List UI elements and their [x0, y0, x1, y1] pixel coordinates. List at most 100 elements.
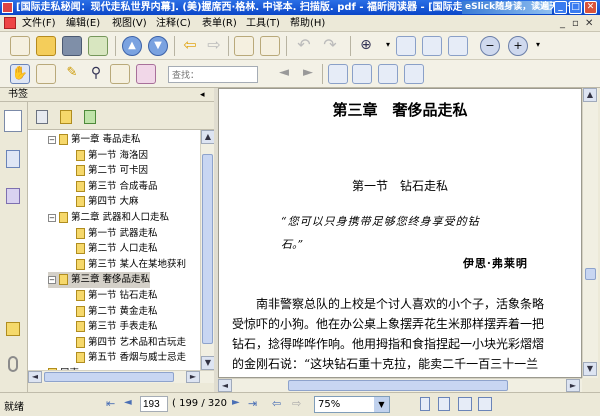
minimize-button[interactable]: _ — [554, 1, 567, 14]
collapse-toggle-icon[interactable]: − — [48, 275, 56, 284]
doc-scroll-right-icon[interactable]: ► — [566, 379, 580, 392]
back-arrow-icon[interactable]: ⇦ — [180, 36, 200, 56]
annotate-icon[interactable]: ✎ — [62, 64, 82, 84]
attachments-tab-icon[interactable] — [8, 356, 18, 372]
bookmark-item[interactable]: 第二节 人口走私 — [76, 241, 158, 257]
layers-tab-icon[interactable] — [6, 188, 20, 204]
document-icon[interactable] — [4, 17, 16, 29]
redo-icon[interactable]: ↷ — [320, 36, 340, 56]
status-facing-icon[interactable] — [458, 397, 472, 411]
close-button[interactable]: ✕ — [584, 1, 597, 14]
scroll-left-icon[interactable]: ◄ — [28, 371, 42, 383]
status-single-page-icon[interactable] — [420, 397, 430, 411]
next-page-status-icon[interactable]: ► — [232, 397, 240, 408]
actual-size-icon[interactable] — [448, 36, 468, 56]
sidebar-horizontal-scrollbar[interactable]: ◄ ► — [28, 370, 214, 383]
bookmark-chapter[interactable]: − 第二章 武器和人口走私 — [48, 210, 169, 226]
collapse-toggle-icon[interactable]: − — [48, 135, 56, 144]
maximize-button[interactable]: □ — [569, 1, 582, 14]
bookmark-item[interactable]: 第四节 大麻 — [76, 194, 139, 210]
snapshot-icon[interactable] — [110, 64, 130, 84]
bookmarks-tab-icon[interactable] — [4, 110, 22, 132]
document-vertical-scrollbar[interactable]: ▲ ▼ — [582, 88, 598, 378]
ad-banner[interactable]: eSlick随身读，读遍天下书！ — [462, 1, 585, 14]
prev-page-icon[interactable]: ▲ — [122, 36, 142, 56]
menu-edit[interactable]: 编辑(E) — [66, 15, 100, 32]
zoom-select[interactable]: 75% ▼ — [314, 396, 390, 413]
delete-bookmark-icon[interactable] — [36, 110, 48, 124]
bookmark-item[interactable]: 第三节 手表走私 — [76, 319, 158, 335]
single-page-icon[interactable] — [328, 64, 348, 84]
new-icon[interactable] — [10, 36, 30, 56]
page-number-input[interactable] — [140, 396, 168, 412]
comments-tab-icon[interactable] — [6, 322, 20, 336]
scroll-up-icon[interactable]: ▲ — [201, 130, 215, 144]
page-view-icon[interactable] — [234, 36, 254, 56]
zoom-in-dropdown-icon[interactable]: ▾ — [528, 36, 548, 56]
rotate-icon[interactable] — [404, 64, 424, 84]
binoculars-icon[interactable]: ⚲ — [86, 64, 106, 84]
bookmark-item[interactable]: 第四节 艺术品和古玩走 — [76, 335, 186, 351]
first-page-icon[interactable]: ⇤ — [106, 397, 115, 410]
last-page-icon[interactable]: ⇥ — [248, 397, 257, 410]
pages-tab-icon[interactable] — [6, 150, 20, 168]
mdi-restore[interactable]: ▫ — [572, 15, 579, 32]
doc-scroll-up-icon[interactable]: ▲ — [583, 88, 597, 102]
collapse-toggle-icon[interactable]: − — [48, 213, 56, 222]
bookmark-item[interactable]: 第一节 海洛因 — [76, 148, 148, 164]
bookmark-item[interactable]: 第一节 钻石走私 — [76, 288, 158, 304]
search-next-icon[interactable]: ► — [298, 64, 318, 84]
mdi-close[interactable]: ✕ — [585, 15, 593, 32]
search-input[interactable] — [168, 66, 258, 83]
email-icon[interactable] — [88, 36, 108, 56]
menu-tools[interactable]: 工具(T) — [246, 15, 280, 32]
doc-scroll-down-icon[interactable]: ▼ — [583, 362, 597, 376]
bookmark-chapter[interactable]: − 第一章 毒品走私 — [48, 132, 141, 148]
zoom-in-icon[interactable]: + — [508, 36, 528, 56]
prev-page-status-icon[interactable]: ◄ — [124, 397, 132, 408]
zoom-out-icon[interactable]: − — [480, 36, 500, 56]
bookmark-item[interactable]: 第五节 香烟与威士忌走 — [76, 350, 186, 366]
bookmark-item[interactable]: 第一节 武器走私 — [76, 226, 158, 242]
history-forward-icon[interactable]: ⇨ — [292, 397, 301, 410]
document-horizontal-scrollbar[interactable]: ◄ ► — [218, 378, 582, 392]
menu-form[interactable]: 表单(R) — [202, 15, 237, 32]
open-folder-icon[interactable] — [36, 36, 56, 56]
status-cover-icon[interactable] — [478, 397, 492, 411]
bookmark-chapter[interactable]: − 第三章 奢侈品走私 — [48, 272, 151, 289]
sidebar-collapse-icon[interactable]: ◂ — [200, 88, 205, 102]
fit-page-icon[interactable] — [396, 36, 416, 56]
menu-help[interactable]: 帮助(H) — [290, 15, 325, 32]
fit-width-icon[interactable] — [422, 36, 442, 56]
zoom-dropdown-icon[interactable]: ▾ — [378, 36, 398, 56]
bookmark-item[interactable]: 第二节 可卡因 — [76, 163, 148, 179]
scroll-down-icon[interactable]: ▼ — [201, 356, 215, 370]
scroll-thumb[interactable] — [202, 154, 213, 344]
mdi-minimize[interactable]: _ — [560, 15, 565, 32]
menu-file[interactable]: 文件(F) — [22, 15, 56, 32]
doc-scroll-left-icon[interactable]: ◄ — [218, 379, 232, 392]
continuous-icon[interactable] — [378, 64, 398, 84]
bookmark-item[interactable]: 第二节 黄金走私 — [76, 304, 158, 320]
select-text-icon[interactable] — [36, 64, 56, 84]
doc-scroll-thumb[interactable] — [585, 268, 596, 280]
two-page-icon[interactable] — [352, 64, 372, 84]
page-layout-icon[interactable] — [260, 36, 280, 56]
next-page-icon[interactable]: ▼ — [148, 36, 168, 56]
scroll-right-icon[interactable]: ► — [186, 371, 200, 383]
hand-tool-icon[interactable]: ✋ — [10, 64, 30, 84]
zoom-icon[interactable]: ⊕ — [356, 36, 376, 56]
hscroll-thumb[interactable] — [44, 372, 174, 382]
status-continuous-icon[interactable] — [438, 397, 450, 411]
history-back-icon[interactable]: ⇦ — [272, 397, 281, 410]
expand-bookmark-icon[interactable] — [84, 110, 96, 124]
undo-icon[interactable]: ↶ — [294, 36, 314, 56]
forward-arrow-icon[interactable]: ⇨ — [204, 36, 224, 56]
menu-view[interactable]: 视图(V) — [112, 15, 147, 32]
bookmark-item[interactable]: 第三节 合成毒品 — [76, 179, 158, 195]
zoom-dropdown-arrow-icon[interactable]: ▼ — [374, 397, 389, 412]
sidebar-vertical-scrollbar[interactable]: ▲ ▼ — [200, 130, 215, 370]
print-icon[interactable] — [62, 36, 82, 56]
new-bookmark-icon[interactable] — [60, 110, 72, 124]
image-select-icon[interactable] — [136, 64, 156, 84]
